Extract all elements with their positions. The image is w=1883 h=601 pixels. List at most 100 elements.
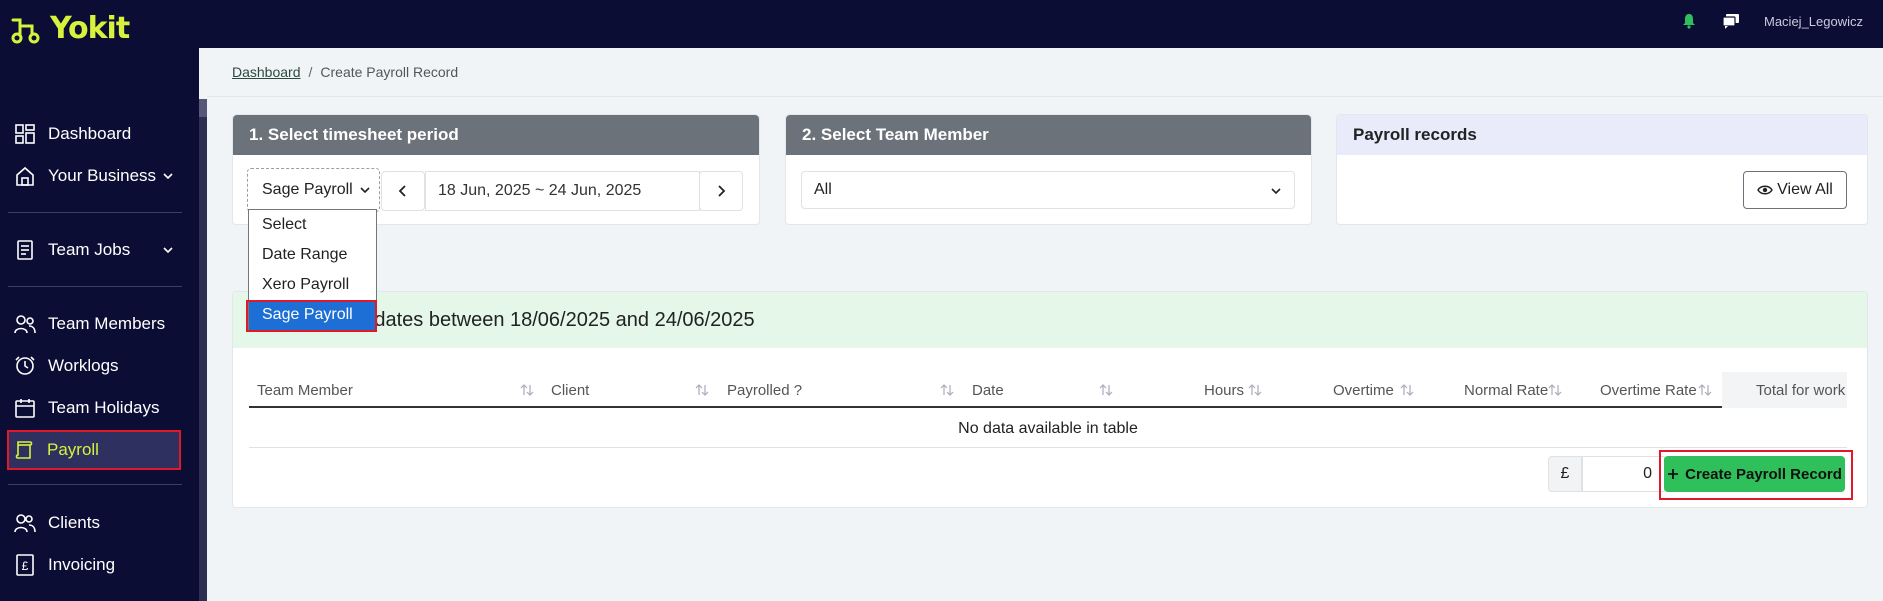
column-label: Payrolled ? bbox=[727, 381, 803, 399]
team-members-icon bbox=[14, 313, 36, 335]
sidebar-item-label: Team Members bbox=[48, 314, 166, 333]
sort-icon[interactable] bbox=[1548, 382, 1562, 398]
previous-period-button[interactable] bbox=[381, 171, 425, 211]
column-header-client[interactable]: Client bbox=[551, 372, 701, 408]
column-label: Date bbox=[972, 381, 1004, 399]
table-header: Team Member Client Payrolled ? Date Hour… bbox=[249, 372, 1847, 408]
sidebar-item-team-jobs[interactable]: Team Jobs bbox=[10, 232, 180, 268]
next-period-button[interactable] bbox=[699, 171, 743, 211]
column-header-team-member[interactable]: Team Member bbox=[257, 372, 497, 408]
chevron-down-icon bbox=[1271, 188, 1281, 195]
column-header-date[interactable]: Date bbox=[972, 372, 1092, 408]
column-label: Overtime Rate bbox=[1600, 381, 1697, 399]
sidebar-divider bbox=[8, 286, 182, 287]
sidebar-item-label: Dashboard bbox=[48, 124, 132, 143]
column-label: Hours bbox=[1204, 381, 1245, 399]
plus-icon bbox=[1668, 469, 1679, 479]
eye-icon bbox=[1757, 185, 1773, 195]
dashboard-icon bbox=[14, 123, 36, 145]
payroll-icon bbox=[13, 439, 35, 461]
svg-text:£: £ bbox=[22, 559, 29, 573]
sidebar-item-label: Invoicing bbox=[48, 555, 116, 574]
sidebar-scrollbar[interactable] bbox=[199, 99, 207, 601]
dropdown-option-xero-payroll[interactable]: Xero Payroll bbox=[249, 270, 376, 300]
sidebar-item-worklogs[interactable]: Worklogs bbox=[10, 348, 180, 384]
breadcrumb-divider bbox=[207, 96, 1883, 97]
sidebar-item-team-holidays[interactable]: Team Holidays bbox=[10, 390, 180, 426]
chevron-down-icon bbox=[360, 187, 370, 194]
sidebar-item-label: Worklogs bbox=[48, 356, 119, 375]
team-member-title: 2. Select Team Member bbox=[786, 115, 1311, 155]
calendar-icon bbox=[14, 397, 36, 419]
home-icon bbox=[14, 165, 36, 187]
sort-icon[interactable] bbox=[695, 382, 709, 398]
sidebar-item-label: Team Jobs bbox=[48, 240, 131, 259]
sort-icon[interactable] bbox=[1400, 382, 1414, 398]
username[interactable]: Maciej_Legowicz bbox=[1764, 14, 1863, 29]
chevron-down-icon bbox=[163, 247, 173, 254]
breadcrumb-dashboard-link[interactable]: Dashboard bbox=[232, 64, 301, 80]
column-label: Overtime bbox=[1333, 381, 1394, 399]
breadcrumb-current: Create Payroll Record bbox=[320, 64, 459, 80]
column-header-payrolled[interactable]: Payrolled ? bbox=[727, 372, 927, 408]
team-member-select[interactable]: All bbox=[801, 171, 1295, 209]
sort-icon[interactable] bbox=[1248, 382, 1262, 398]
column-label: Normal Rate bbox=[1464, 381, 1549, 399]
messages-icon[interactable] bbox=[1722, 12, 1740, 30]
logo-text: Yokit bbox=[50, 11, 130, 46]
column-label: Team Member bbox=[257, 381, 353, 399]
column-label: Client bbox=[551, 381, 590, 399]
sidebar-item-label: Team Holidays bbox=[48, 398, 160, 417]
sidebar-item-label: Payroll bbox=[47, 440, 99, 459]
top-bar: Yokit Maciej_Legowicz bbox=[0, 0, 1883, 48]
chevron-left-icon bbox=[398, 185, 406, 197]
sidebar-divider bbox=[8, 484, 182, 485]
column-header-total-for-work[interactable]: Total for work bbox=[1722, 372, 1847, 408]
clock-icon bbox=[14, 355, 36, 377]
dropdown-option-select[interactable]: Select bbox=[249, 210, 376, 240]
clients-icon bbox=[14, 512, 36, 534]
sidebar-item-invoicing[interactable]: £ Invoicing bbox=[10, 547, 180, 583]
sort-icon[interactable] bbox=[1099, 382, 1113, 398]
empty-table-row: No data available in table bbox=[249, 410, 1847, 448]
create-payroll-record-button[interactable]: Create Payroll Record bbox=[1664, 456, 1845, 492]
results-heading: or dates between 18/06/2025 and 24/06/20… bbox=[233, 292, 1867, 348]
sidebar-scrollbar-thumb[interactable] bbox=[199, 99, 207, 117]
timesheet-period-title: 1. Select timesheet period bbox=[233, 115, 759, 155]
sort-icon[interactable] bbox=[940, 382, 954, 398]
payroll-type-select[interactable]: Sage Payroll bbox=[247, 168, 380, 212]
sidebar-divider bbox=[8, 212, 182, 213]
results-heading-text: or dates between 18/06/2025 and 24/06/20… bbox=[351, 308, 755, 331]
column-label: Total for work bbox=[1756, 381, 1846, 399]
payroll-records-title: Payroll records bbox=[1337, 115, 1867, 155]
team-member-value: All bbox=[814, 181, 832, 198]
app-logo[interactable]: Yokit bbox=[10, 11, 130, 46]
sidebar-item-label: Your Business bbox=[48, 166, 157, 185]
view-all-button[interactable]: View All bbox=[1743, 171, 1847, 209]
sidebar-item-clients[interactable]: Clients bbox=[10, 505, 180, 541]
sidebar-item-team-members[interactable]: Team Members bbox=[10, 306, 180, 342]
currency-prefix: £ bbox=[1548, 456, 1582, 492]
create-payroll-record-label: Create Payroll Record bbox=[1685, 465, 1842, 483]
view-all-label: View All bbox=[1777, 181, 1833, 198]
bell-icon[interactable] bbox=[1680, 12, 1698, 30]
breadcrumb-separator: / bbox=[308, 64, 313, 80]
dropdown-option-date-range[interactable]: Date Range bbox=[249, 240, 376, 270]
chevron-right-icon bbox=[718, 185, 726, 197]
jobs-icon bbox=[14, 239, 36, 261]
chevron-down-icon bbox=[163, 173, 173, 180]
sort-icon[interactable] bbox=[520, 382, 534, 398]
sort-icon[interactable] bbox=[1698, 382, 1712, 398]
payroll-type-value: Sage Payroll bbox=[262, 181, 353, 198]
payroll-amount-input[interactable]: 0 bbox=[1582, 456, 1665, 492]
sidebar-item-payroll[interactable]: Payroll bbox=[7, 430, 181, 470]
sidebar-item-label: Clients bbox=[48, 513, 100, 532]
sidebar-item-dashboard[interactable]: Dashboard bbox=[10, 116, 180, 152]
dropdown-option-sage-payroll[interactable]: Sage Payroll bbox=[249, 300, 376, 330]
sidebar-item-your-business[interactable]: Your Business bbox=[10, 158, 180, 194]
logo-mark-icon bbox=[11, 18, 40, 44]
date-range-field[interactable]: 18 Jun, 2025 ~ 24 Jun, 2025 bbox=[425, 171, 700, 211]
column-header-overtime-rate[interactable]: Overtime Rate bbox=[1600, 372, 1710, 408]
pound-icon: £ bbox=[14, 554, 36, 576]
breadcrumb: Dashboard / Create Payroll Record bbox=[232, 64, 458, 80]
